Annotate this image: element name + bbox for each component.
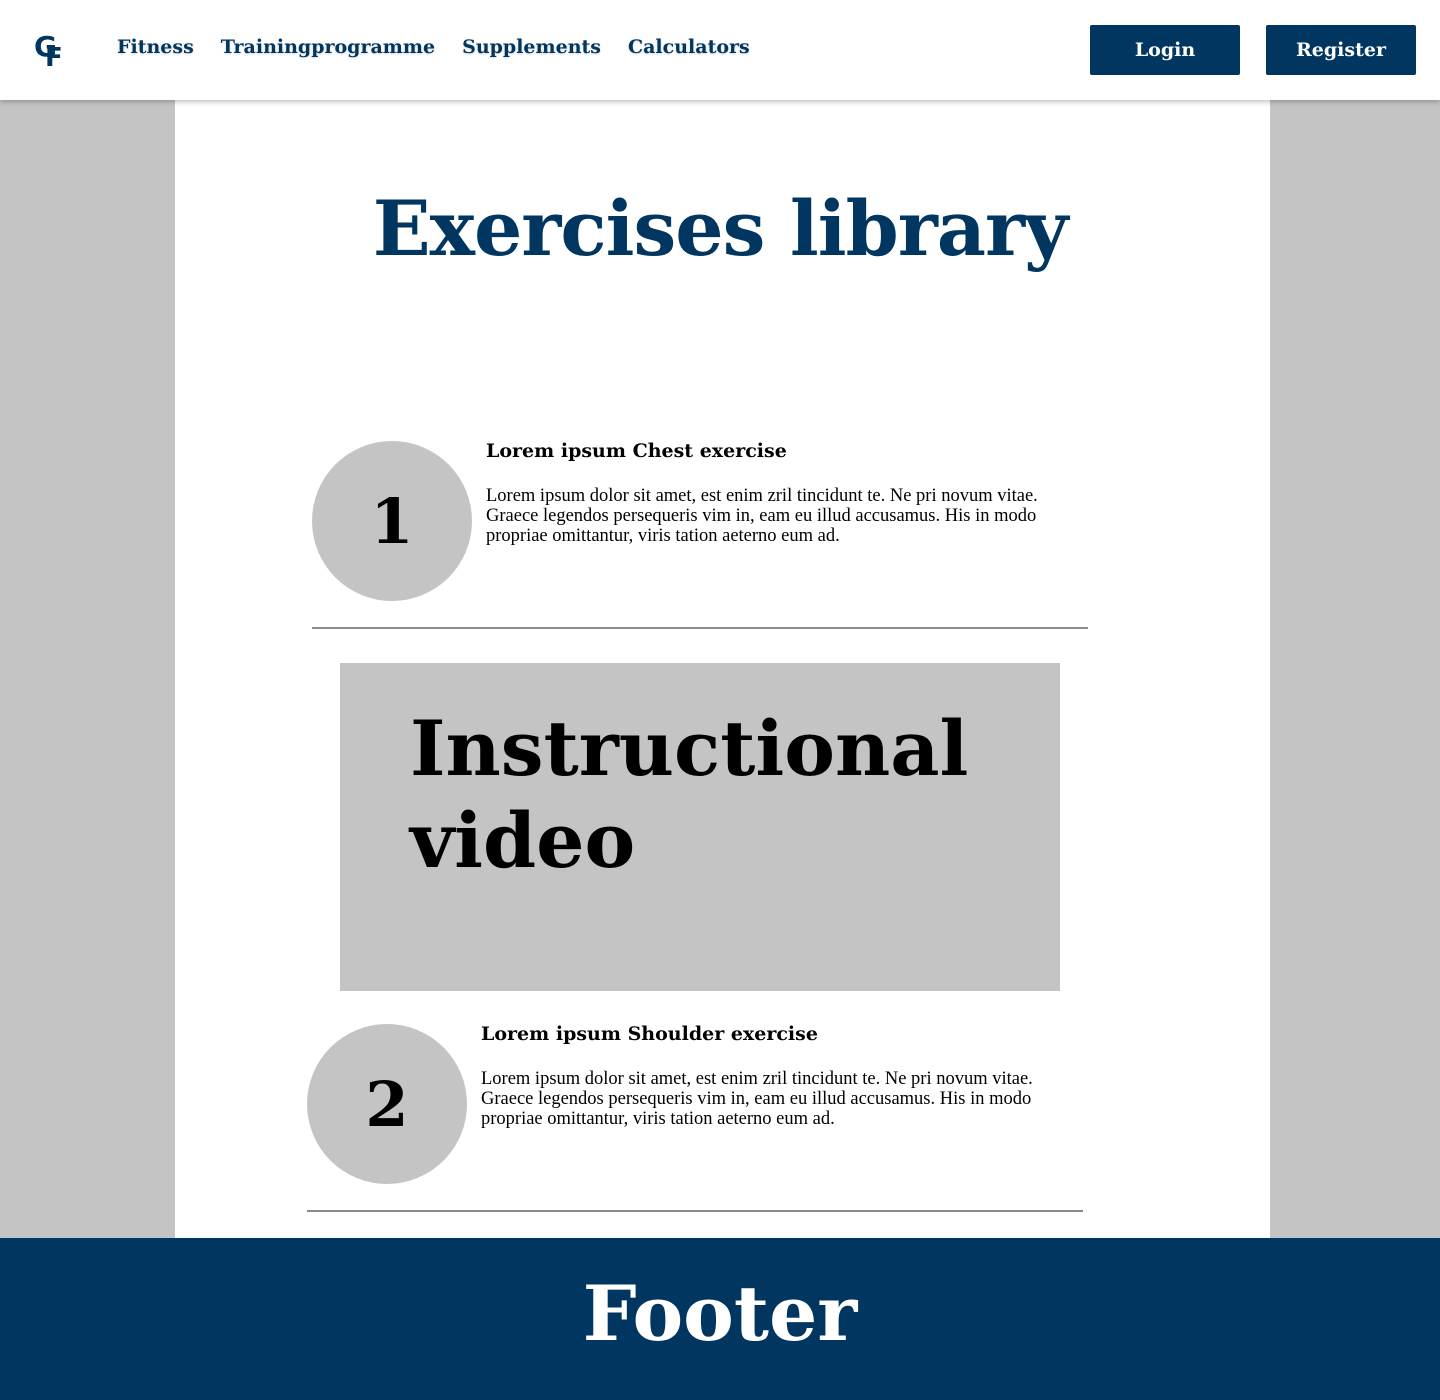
exercise-number-badge: 1 [312, 441, 472, 601]
page-title: Exercises library [372, 184, 1069, 273]
exercise-description: Lorem ipsum dolor sit amet, est enim zri… [481, 1069, 1033, 1129]
exercise-number-badge: 2 [307, 1024, 467, 1184]
main-content: Exercises library 1 Lorem ipsum Chest ex… [175, 100, 1270, 1238]
svg-text:F: F [45, 43, 63, 70]
top-navigation-bar: G F Fitness Trainingprogramme Supplement… [0, 0, 1440, 100]
footer: Footer [0, 1238, 1440, 1400]
exercise-title[interactable]: Lorem ipsum Chest exercise [486, 440, 787, 462]
main-nav: Fitness Trainingprogramme Supplements Ca… [117, 36, 777, 58]
nav-link-supplements[interactable]: Supplements [462, 36, 601, 58]
gf-logo-icon[interactable]: G F [34, 30, 68, 70]
exercise-divider [307, 1210, 1083, 1212]
instructional-video-placeholder[interactable]: Instructional video [340, 663, 1060, 991]
nav-link-trainingprogramme[interactable]: Trainingprogramme [221, 36, 435, 58]
exercise-divider [312, 627, 1088, 629]
nav-link-calculators[interactable]: Calculators [628, 36, 750, 58]
nav-link-fitness[interactable]: Fitness [117, 36, 194, 58]
login-button[interactable]: Login [1090, 25, 1240, 75]
exercise-title[interactable]: Lorem ipsum Shoulder exercise [481, 1023, 818, 1045]
exercise-description: Lorem ipsum dolor sit amet, est enim zri… [486, 486, 1038, 546]
register-button[interactable]: Register [1266, 25, 1416, 75]
video-label: Instructional video [410, 704, 969, 885]
footer-label: Footer [582, 1268, 858, 1358]
